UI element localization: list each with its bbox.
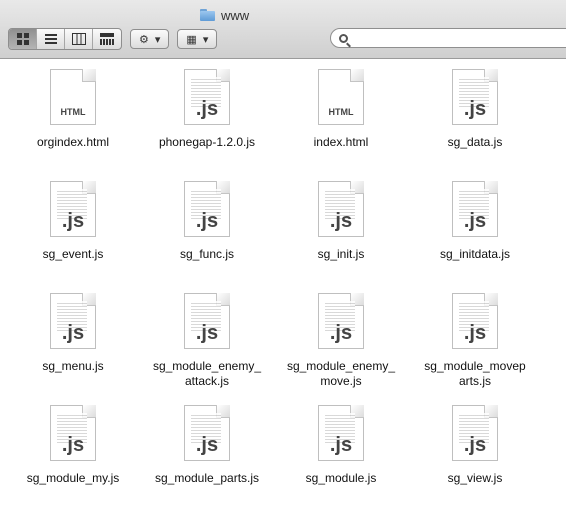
- file-item[interactable]: .js sg_view.js: [408, 403, 542, 515]
- file-name: sg_module_movep arts.js: [424, 359, 526, 388]
- view-mode-control: [8, 28, 122, 50]
- file-name: sg_module_parts.js: [154, 471, 260, 485]
- file-type-label: .js: [195, 210, 219, 232]
- file-type-label: .js: [329, 322, 353, 344]
- window-titlebar[interactable]: www ⚙ ▾ ▦ ▾: [0, 0, 566, 59]
- chevron-down-icon: ▾: [154, 33, 161, 46]
- js-file-icon: .js: [50, 405, 96, 461]
- list-icon: [44, 34, 57, 44]
- js-file-icon: .js: [50, 181, 96, 237]
- file-name: sg_module_enemy_ attack.js: [152, 359, 262, 388]
- list-view-button[interactable]: [37, 29, 65, 49]
- coverflow-view-button[interactable]: [93, 29, 121, 49]
- html-file-icon: HTML: [50, 69, 96, 125]
- window-title-text: www: [221, 7, 250, 23]
- file-type-label: HTML: [60, 107, 86, 117]
- js-file-icon: .js: [184, 293, 230, 349]
- file-type-label: .js: [61, 210, 85, 232]
- js-file-icon: .js: [184, 405, 230, 461]
- file-name: sg_menu.js: [42, 359, 104, 373]
- file-type-label: .js: [195, 322, 219, 344]
- file-type-label: .js: [195, 434, 219, 456]
- js-file-icon: .js: [184, 69, 230, 125]
- file-item[interactable]: .js sg_func.js: [140, 179, 274, 291]
- file-item[interactable]: .js sg_module_enemy_ move.js: [274, 291, 408, 403]
- grid-icon: [16, 33, 29, 45]
- file-item[interactable]: HTML index.html: [274, 67, 408, 179]
- search-icon: [339, 33, 348, 43]
- file-name: sg_module.js: [305, 471, 377, 485]
- js-file-icon: .js: [184, 181, 230, 237]
- file-type-label: .js: [463, 98, 487, 120]
- js-file-icon: .js: [318, 293, 364, 349]
- file-item[interactable]: .js sg_module_parts.js: [140, 403, 274, 515]
- file-item[interactable]: .js sg_module_enemy_ attack.js: [140, 291, 274, 403]
- file-browser-content: HTML orgindex.html .js phonegap-1.2.0.js HTM…: [0, 59, 566, 516]
- js-file-icon: .js: [452, 69, 498, 125]
- file-icon-grid: HTML orgindex.html .js phonegap-1.2.0.js HTM…: [6, 67, 546, 515]
- finder-window: www ⚙ ▾ ▦ ▾ HTML orgindex.html .js phone…: [0, 0, 566, 516]
- coverflow-icon: [100, 33, 114, 45]
- js-file-icon: .js: [452, 293, 498, 349]
- arrange-icon: ▦: [186, 33, 197, 46]
- file-name: orgindex.html: [36, 135, 110, 149]
- file-item[interactable]: .js sg_initdata.js: [408, 179, 542, 291]
- file-item[interactable]: .js sg_init.js: [274, 179, 408, 291]
- file-name: sg_initdata.js: [439, 247, 511, 261]
- file-name: sg_func.js: [179, 247, 235, 261]
- file-name: sg_init.js: [317, 247, 365, 261]
- js-file-icon: .js: [452, 405, 498, 461]
- file-name: index.html: [313, 135, 369, 149]
- html-file-icon: HTML: [318, 69, 364, 125]
- file-name: sg_event.js: [42, 247, 104, 261]
- arrange-menu-button[interactable]: ▦ ▾: [177, 29, 218, 49]
- file-type-label: .js: [195, 98, 219, 120]
- js-file-icon: .js: [452, 181, 498, 237]
- file-item[interactable]: .js sg_menu.js: [6, 291, 140, 403]
- js-file-icon: .js: [318, 405, 364, 461]
- toolbar: ⚙ ▾ ▦ ▾: [8, 28, 218, 50]
- file-item[interactable]: .js sg_module.js: [274, 403, 408, 515]
- folder-icon: [200, 9, 215, 21]
- file-name: phonegap-1.2.0.js: [158, 135, 256, 149]
- file-item[interactable]: HTML orgindex.html: [6, 67, 140, 179]
- file-type-label: .js: [61, 322, 85, 344]
- column-view-button[interactable]: [65, 29, 93, 49]
- file-item[interactable]: .js sg_event.js: [6, 179, 140, 291]
- file-type-label: .js: [463, 322, 487, 344]
- columns-icon: [71, 33, 86, 45]
- file-name: sg_view.js: [447, 471, 503, 485]
- chevron-down-icon: ▾: [202, 33, 209, 46]
- file-item[interactable]: .js phonegap-1.2.0.js: [140, 67, 274, 179]
- search-field[interactable]: [330, 28, 566, 48]
- file-name: sg_data.js: [447, 135, 503, 149]
- file-name: sg_module_enemy_ move.js: [286, 359, 396, 388]
- file-type-label: .js: [61, 434, 85, 456]
- file-type-label: .js: [329, 434, 353, 456]
- gear-icon: ⚙: [139, 33, 149, 46]
- file-name: sg_module_my.js: [26, 471, 120, 485]
- icon-view-button[interactable]: [9, 29, 37, 49]
- file-item[interactable]: .js sg_module_my.js: [6, 403, 140, 515]
- file-type-label: .js: [329, 210, 353, 232]
- file-item[interactable]: .js sg_data.js: [408, 67, 542, 179]
- file-type-label: HTML: [328, 107, 354, 117]
- js-file-icon: .js: [50, 293, 96, 349]
- search-input[interactable]: [352, 30, 556, 46]
- file-type-label: .js: [463, 434, 487, 456]
- file-type-label: .js: [463, 210, 487, 232]
- action-menu-button[interactable]: ⚙ ▾: [130, 29, 170, 49]
- js-file-icon: .js: [318, 181, 364, 237]
- window-title: www: [200, 6, 249, 24]
- file-item[interactable]: .js sg_module_movep arts.js: [408, 291, 542, 403]
